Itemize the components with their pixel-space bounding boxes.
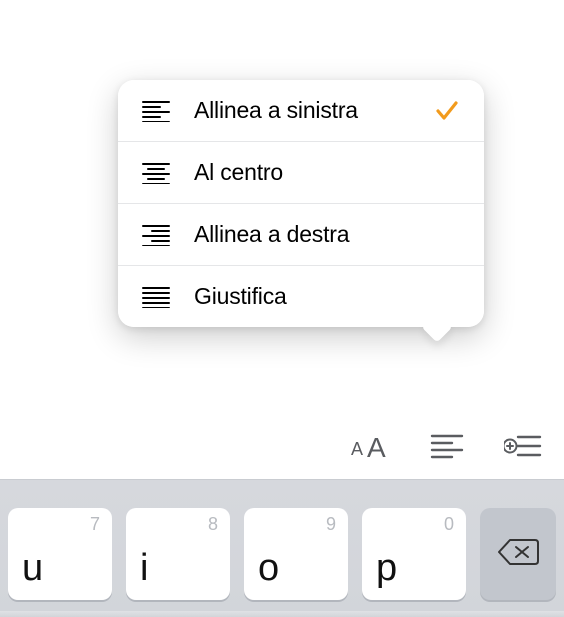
align-right-icon (140, 224, 172, 246)
key-i[interactable]: 8 i (126, 508, 230, 600)
svg-text:A: A (367, 432, 386, 461)
list-insert-icon (504, 433, 542, 464)
svg-text:A: A (351, 439, 363, 459)
format-toolbar: A A (0, 417, 564, 479)
key-hint: 8 (208, 514, 218, 535)
key-main: u (22, 547, 43, 590)
menu-item-label: Giustifica (194, 283, 410, 310)
keyboard: 7 u 8 i 9 o 0 p (0, 479, 564, 617)
key-hint: 9 (326, 514, 336, 535)
key-main: i (140, 547, 148, 590)
key-backspace[interactable] (480, 508, 556, 600)
align-left-icon (140, 100, 172, 122)
key-p[interactable]: 0 p (362, 508, 466, 600)
key-o[interactable]: 9 o (244, 508, 348, 600)
align-justify-icon (140, 286, 172, 308)
menu-item-align-justify[interactable]: Giustifica (118, 266, 484, 327)
key-main: p (376, 547, 397, 590)
text-format-button[interactable]: A A (348, 425, 394, 471)
backspace-icon (497, 537, 539, 572)
menu-item-align-left[interactable]: Allinea a sinistra (118, 80, 484, 142)
menu-item-align-center[interactable]: Al centro (118, 142, 484, 204)
menu-item-label: Allinea a destra (194, 221, 410, 248)
key-u[interactable]: 7 u (8, 508, 112, 600)
checkmark-icon (432, 100, 462, 122)
list-insert-button[interactable] (500, 425, 546, 471)
alignment-button[interactable] (424, 425, 470, 471)
text-format-icon: A A (349, 431, 393, 466)
key-main: o (258, 547, 279, 590)
alignment-icon (430, 433, 464, 464)
key-hint: 0 (444, 514, 454, 535)
align-center-icon (140, 162, 172, 184)
menu-item-label: Al centro (194, 159, 410, 186)
key-hint: 7 (90, 514, 100, 535)
menu-item-align-right[interactable]: Allinea a destra (118, 204, 484, 266)
alignment-menu-popover: Allinea a sinistra (118, 80, 484, 327)
menu-item-label: Allinea a sinistra (194, 97, 410, 124)
